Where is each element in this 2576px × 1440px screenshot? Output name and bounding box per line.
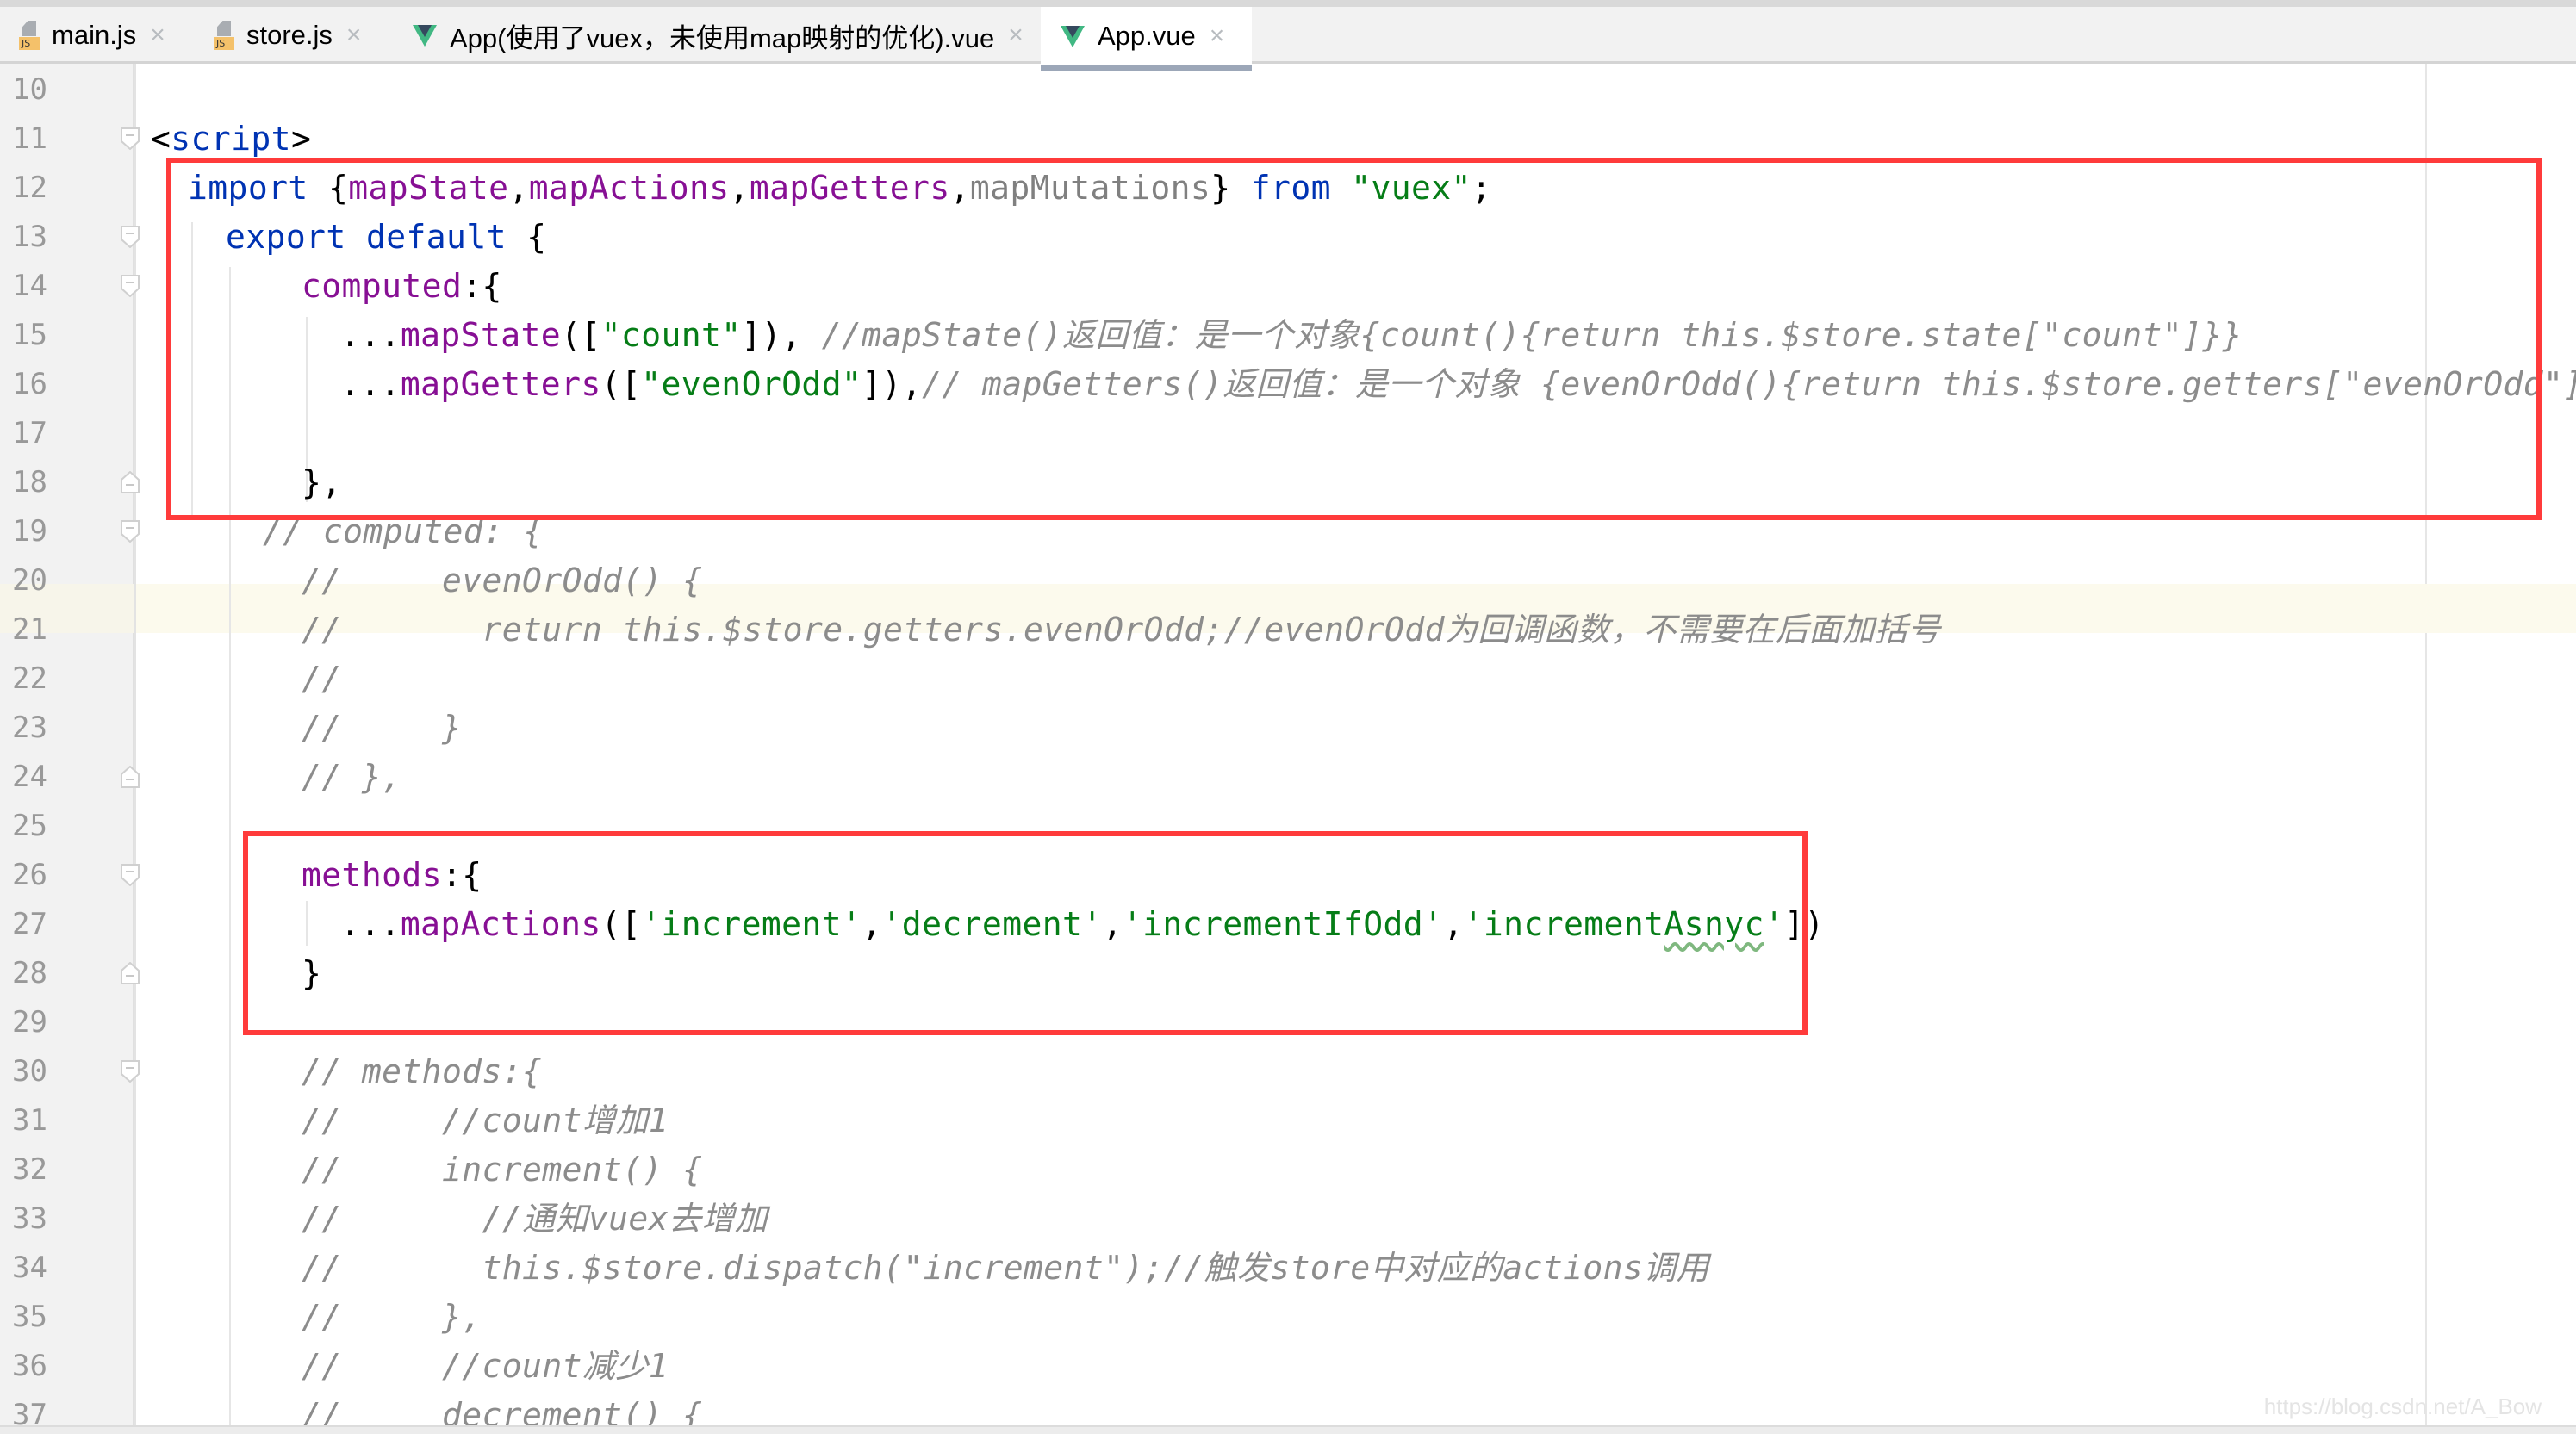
line-number: 35 [12,1300,47,1334]
line-number: 33 [12,1201,47,1236]
fold-end-icon[interactable] [121,766,140,788]
line-number: 26 [12,858,47,892]
close-icon[interactable]: × [150,21,165,50]
editor-tab-bar: JS main.js × JS store.js × App(使用了vuex，未… [0,0,2576,71]
code-line: 24 // }, [0,753,2576,802]
close-icon[interactable]: × [1008,21,1024,50]
line-number: 29 [12,1005,47,1040]
line-number: 31 [12,1103,47,1138]
fold-collapse-icon[interactable] [121,226,140,248]
code-text: // //通知vuex去增加 [302,1200,768,1238]
code-text: // } [302,709,463,747]
code-text: // }, [302,1298,482,1336]
line-number: 22 [12,661,47,696]
tab-store-js[interactable]: JS store.js × [214,7,361,64]
line-number: 20 [12,563,47,598]
vue-file-icon [413,25,437,47]
code-text: // return this.$store.getters.evenOrOdd;… [302,611,1941,649]
line-number: 15 [12,318,47,352]
tab-label: App(使用了vuex，未使用map映射的优化).vue [450,22,995,53]
tab-label: store.js [246,20,333,50]
code-text: // //count减少1 [302,1347,669,1385]
line-number: 28 [12,956,47,990]
code-line: 30 // methods:{ [0,1047,2576,1096]
line-number: 27 [12,907,47,941]
close-icon[interactable]: × [346,21,362,50]
line-number: 17 [12,416,47,450]
js-file-icon: JS [214,21,234,50]
line-number: 18 [12,465,47,500]
fold-collapse-icon[interactable] [121,520,140,543]
vue-file-icon [1061,25,1085,47]
fold-collapse-icon[interactable] [121,864,140,886]
watermark: https://blog.csdn.net/A_Bow [2263,1393,2542,1419]
line-number: 24 [12,760,47,794]
line-number: 14 [12,269,47,303]
tab-app-vuex-unoptimized[interactable]: App(使用了vuex，未使用map映射的优化).vue × [412,7,1024,64]
close-icon[interactable]: × [1210,22,1225,51]
code-text: // [302,660,342,698]
tab-main-js[interactable]: JS main.js × [19,7,165,64]
line-number: 11 [12,121,47,156]
line-number: 30 [12,1054,47,1089]
line-number: 10 [12,72,47,107]
line-number: 36 [12,1349,47,1383]
tab-app-vue[interactable]: App.vue × [1041,7,1252,71]
code-text: // this.$store.dispatch("increment");//触… [302,1249,1710,1287]
line-number: 23 [12,711,47,745]
code-line: 10 [0,65,2576,115]
code-line: 31 // //count增加1 [0,1096,2576,1145]
line-number: 21 [12,612,47,647]
horizontal-scrollbar[interactable] [0,1425,2576,1434]
js-file-icon: JS [19,21,40,50]
code-text: // methods:{ [302,1052,543,1090]
line-number: 19 [12,514,47,549]
fold-collapse-icon[interactable] [121,275,140,297]
code-line: 20 // evenOrOdd() { [0,556,2576,605]
fold-end-icon[interactable] [121,962,140,984]
code-text: // increment() { [302,1151,703,1189]
annotation-box-methods [243,831,1808,1035]
code-line: 33 // //通知vuex去增加 [0,1195,2576,1244]
code-line: 34 // this.$store.dispatch("increment");… [0,1244,2576,1293]
fold-collapse-icon[interactable] [121,1060,140,1083]
line-number: 34 [12,1251,47,1285]
code-text: // evenOrOdd() { [302,562,703,599]
tab-label: main.js [52,20,137,50]
line-number: 13 [12,220,47,254]
code-line: 23 // } [0,704,2576,753]
code-line: 11 <script> [0,115,2576,164]
tab-label: App.vue [1098,20,1196,51]
fold-end-icon[interactable] [121,471,140,493]
code-text: // //count增加1 [302,1102,669,1139]
line-number: 12 [12,171,47,205]
code-line: 32 // increment() { [0,1145,2576,1195]
code-line: 35 // }, [0,1293,2576,1342]
code-text: <script> [151,120,312,158]
code-line: 21 // return this.$store.getters.evenOrO… [0,605,2576,655]
fold-collapse-icon[interactable] [121,127,140,150]
code-line: 22 // [0,655,2576,704]
code-line: 36 // //count减少1 [0,1342,2576,1391]
line-number: 16 [12,367,47,401]
line-number: 25 [12,809,47,843]
annotation-box-computed [166,158,2542,520]
line-number: 32 [12,1152,47,1187]
code-text: // }, [302,758,402,796]
